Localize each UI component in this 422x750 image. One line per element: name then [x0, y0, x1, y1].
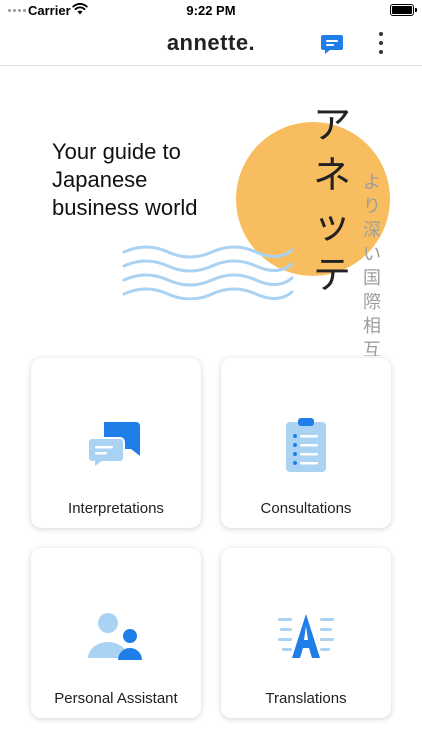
tagline-line: Your guide to — [52, 139, 181, 164]
katakana-brand: ア ネ ッ テ — [313, 100, 352, 300]
vertical-char: 相 — [363, 316, 381, 336]
app-title: annette. — [166, 30, 256, 55]
tagline-line: business world — [52, 195, 198, 220]
status-time: 9:22 PM — [186, 3, 236, 18]
service-card-personal-assistant[interactable]: Personal Assistant — [31, 548, 201, 718]
service-card-interpretations[interactable]: Interpretations — [31, 358, 201, 528]
card-label: Consultations — [260, 500, 352, 517]
vertical-char: よ — [363, 172, 381, 192]
clipboard-icon — [286, 418, 326, 472]
hero-banner: Your guide to Japanese business world ア … — [0, 66, 422, 356]
waves-illustration — [122, 245, 294, 300]
vertical-char: り — [363, 196, 381, 216]
vertical-char: 際 — [363, 292, 381, 312]
katakana-char: ッ — [313, 203, 352, 247]
message-button[interactable] — [318, 30, 346, 58]
people-icon — [88, 613, 142, 660]
chat-bubbles-icon — [87, 422, 140, 470]
katakana-char: ア — [313, 103, 352, 147]
more-vertical-icon — [379, 32, 383, 36]
more-options-button[interactable] — [368, 28, 394, 58]
text-translate-icon — [278, 614, 334, 658]
status-bar: Carrier 9:22 PM — [0, 0, 422, 22]
katakana-char: ネ — [313, 153, 352, 197]
service-card-consultations[interactable]: Consultations — [221, 358, 391, 528]
tagline-line: Japanese — [52, 167, 148, 192]
vertical-japanese-text: よ り 深 い 国 際 相 互 — [361, 170, 383, 356]
hero-tagline: Your guide to Japanese business world — [52, 138, 198, 222]
vertical-char: 深 — [363, 220, 381, 240]
message-icon — [321, 35, 343, 54]
card-label: Personal Assistant — [54, 690, 178, 707]
card-label: Translations — [265, 690, 347, 707]
service-card-translations[interactable]: Translations — [221, 548, 391, 718]
app-header: annette. — [0, 22, 422, 66]
katakana-char: テ — [313, 253, 352, 297]
card-label: Interpretations — [68, 500, 164, 517]
battery-icon — [390, 4, 417, 16]
vertical-char: 互 — [363, 340, 381, 356]
vertical-char: 国 — [363, 268, 381, 288]
vertical-char: い — [363, 244, 381, 264]
